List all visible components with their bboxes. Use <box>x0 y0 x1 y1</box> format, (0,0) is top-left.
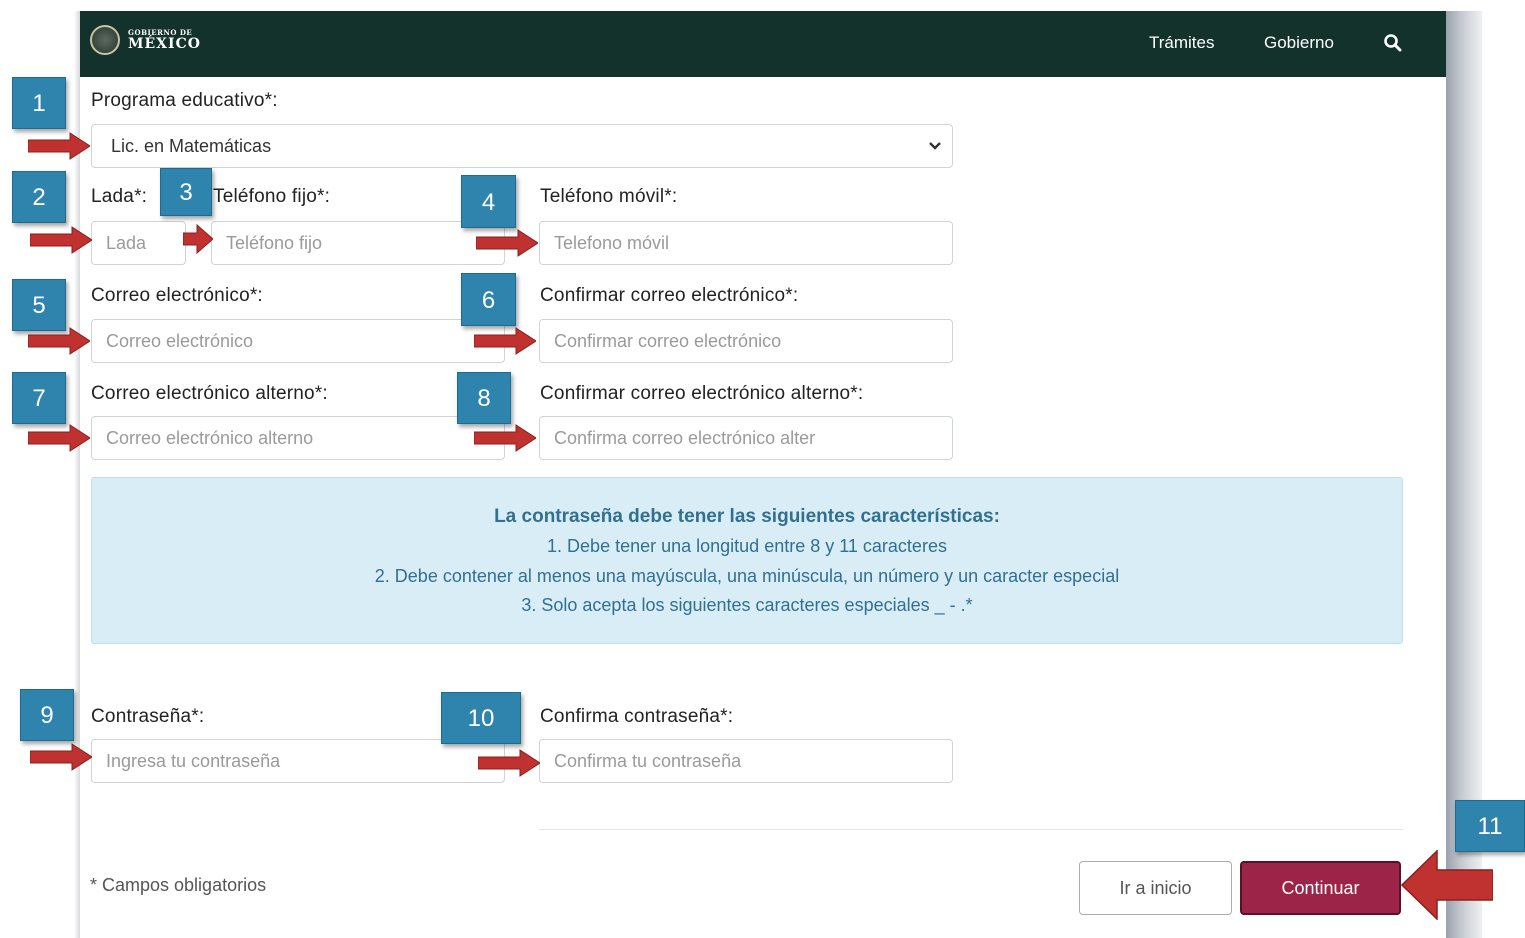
header-bar: GOBIERNO DE MÉXICO Trámites Gobierno <box>80 11 1446 77</box>
confirm-password-input[interactable]: Confirma tu contraseña <box>539 739 953 783</box>
arrow-right-icon <box>474 424 536 452</box>
logo-big-text: MÉXICO <box>128 36 201 52</box>
nav-tramites[interactable]: Trámites <box>1149 33 1215 53</box>
confirmar-correo-label: Confirmar correo electrónico*: <box>540 285 799 306</box>
callout-badge-8: 8 <box>457 372 511 424</box>
divider <box>539 829 1403 830</box>
correo-alterno-input[interactable]: Correo electrónico alterno <box>91 416 505 460</box>
arrow-right-icon <box>30 226 92 254</box>
arrow-right-icon <box>28 327 90 355</box>
arrow-left-icon <box>1401 850 1493 920</box>
callout-badge-11: 11 <box>1455 800 1525 852</box>
telefono-movil-input[interactable]: Telefono móvil <box>539 221 953 265</box>
requirement-line-3: 3. Solo acepta los siguientes caracteres… <box>521 595 973 615</box>
correo-label: Correo electrónico*: <box>91 285 263 306</box>
chevron-down-icon <box>929 142 941 150</box>
programa-value: Lic. en Matemáticas <box>111 136 272 156</box>
callout-badge-3: 3 <box>160 168 212 216</box>
correo-input[interactable]: Correo electrónico <box>91 319 505 363</box>
continuar-button[interactable]: Continuar <box>1240 861 1401 915</box>
search-icon[interactable] <box>1383 33 1403 53</box>
callout-badge-9: 9 <box>20 689 74 741</box>
arrow-right-icon <box>30 743 92 771</box>
callout-badge-2: 2 <box>12 171 66 223</box>
arrow-right-icon <box>28 132 90 160</box>
page-shadow-right <box>1446 11 1482 938</box>
callout-badge-6: 6 <box>461 273 516 326</box>
programa-label: Programa educativo*: <box>91 90 278 111</box>
seal-icon <box>90 25 120 55</box>
confirm-password-label: Confirma contraseña*: <box>540 706 734 727</box>
password-input[interactable]: Ingresa tu contraseña <box>91 739 505 783</box>
arrow-right-icon <box>478 749 540 777</box>
password-requirements-title: La contraseña debe tener las siguientes … <box>494 506 1000 527</box>
arrow-right-icon <box>474 327 536 355</box>
arrow-right-icon <box>476 229 538 257</box>
correo-alterno-label: Correo electrónico alterno*: <box>91 383 328 404</box>
lada-input[interactable]: Lada <box>91 221 186 265</box>
password-label: Contraseña*: <box>91 706 205 727</box>
gobierno-logo[interactable]: GOBIERNO DE MÉXICO <box>90 25 201 55</box>
requirement-line-2: 2. Debe contener al menos una mayúscula,… <box>374 566 1120 586</box>
password-requirements-box: La contraseña debe tener las siguientes … <box>91 477 1403 644</box>
programa-select[interactable]: Lic. en Matemáticas <box>91 124 953 168</box>
confirmar-correo-alterno-label: Confirmar correo electrónico alterno*: <box>540 383 864 404</box>
confirmar-correo-input[interactable]: Confirmar correo electrónico <box>539 319 953 363</box>
logo-small-text: GOBIERNO DE <box>128 28 193 37</box>
callout-badge-1: 1 <box>12 77 66 129</box>
lada-label: Lada*: <box>91 186 148 207</box>
arrow-right-icon <box>183 224 213 254</box>
nav-gobierno[interactable]: Gobierno <box>1264 33 1334 53</box>
ir-a-inicio-button[interactable]: Ir a inicio <box>1079 861 1232 915</box>
arrow-right-icon <box>28 424 90 452</box>
callout-badge-7: 7 <box>12 372 66 424</box>
callout-badge-5: 5 <box>12 279 66 331</box>
callout-badge-4: 4 <box>461 175 516 228</box>
callout-badge-10: 10 <box>441 692 521 744</box>
telefono-fijo-label: Teléfono fijo*: <box>213 186 331 207</box>
confirmar-correo-alterno-input[interactable]: Confirma correo electrónico alter <box>539 416 953 460</box>
telefono-movil-label: Teléfono móvil*: <box>540 186 678 207</box>
requirement-line-1: 1. Debe tener una longitud entre 8 y 11 … <box>547 536 947 556</box>
required-fields-note: * Campos obligatorios <box>90 875 267 895</box>
